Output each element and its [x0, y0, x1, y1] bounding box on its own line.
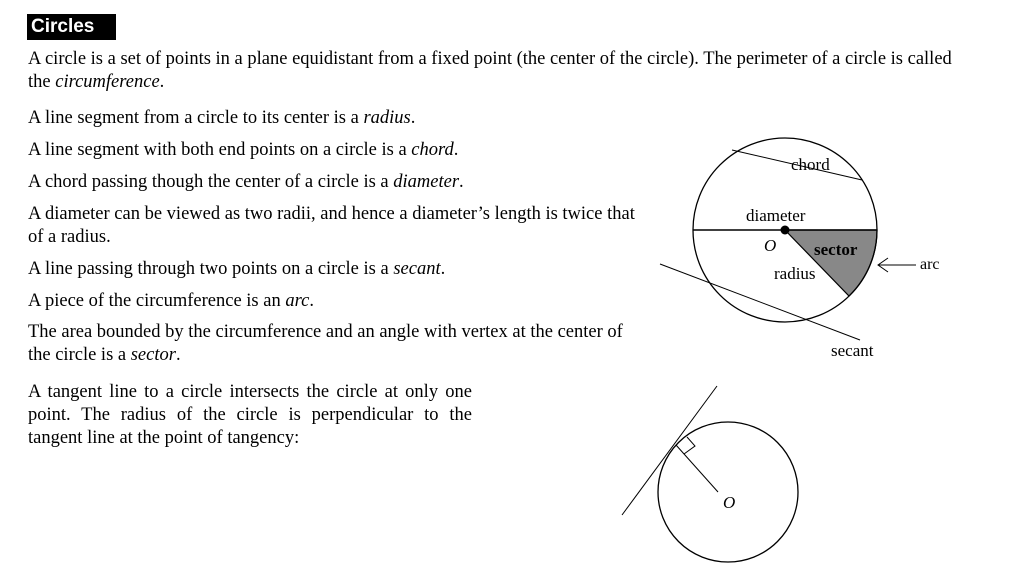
tangent-center-label: O: [723, 493, 735, 512]
center-point: [780, 225, 790, 235]
chord-label: chord: [791, 155, 830, 174]
center-label: O: [764, 236, 776, 255]
circle-figures: chord diameter O sector radius arc secan…: [621, 137, 940, 563]
secant-label: secant: [831, 341, 874, 360]
arc-label: arc: [920, 256, 940, 273]
sector-label: sector: [814, 240, 858, 259]
tangent-circle: [657, 421, 799, 563]
tangent-radius-line: [675, 444, 719, 493]
radius-label: radius: [774, 264, 816, 283]
tangent-line: [621, 385, 718, 516]
circle-parts-diagram: chord diameter O sector radius arc secan…: [659, 137, 940, 360]
tangent-diagram: O: [621, 385, 799, 563]
right-angle-marker: [683, 436, 696, 455]
diameter-label: diameter: [746, 206, 806, 225]
